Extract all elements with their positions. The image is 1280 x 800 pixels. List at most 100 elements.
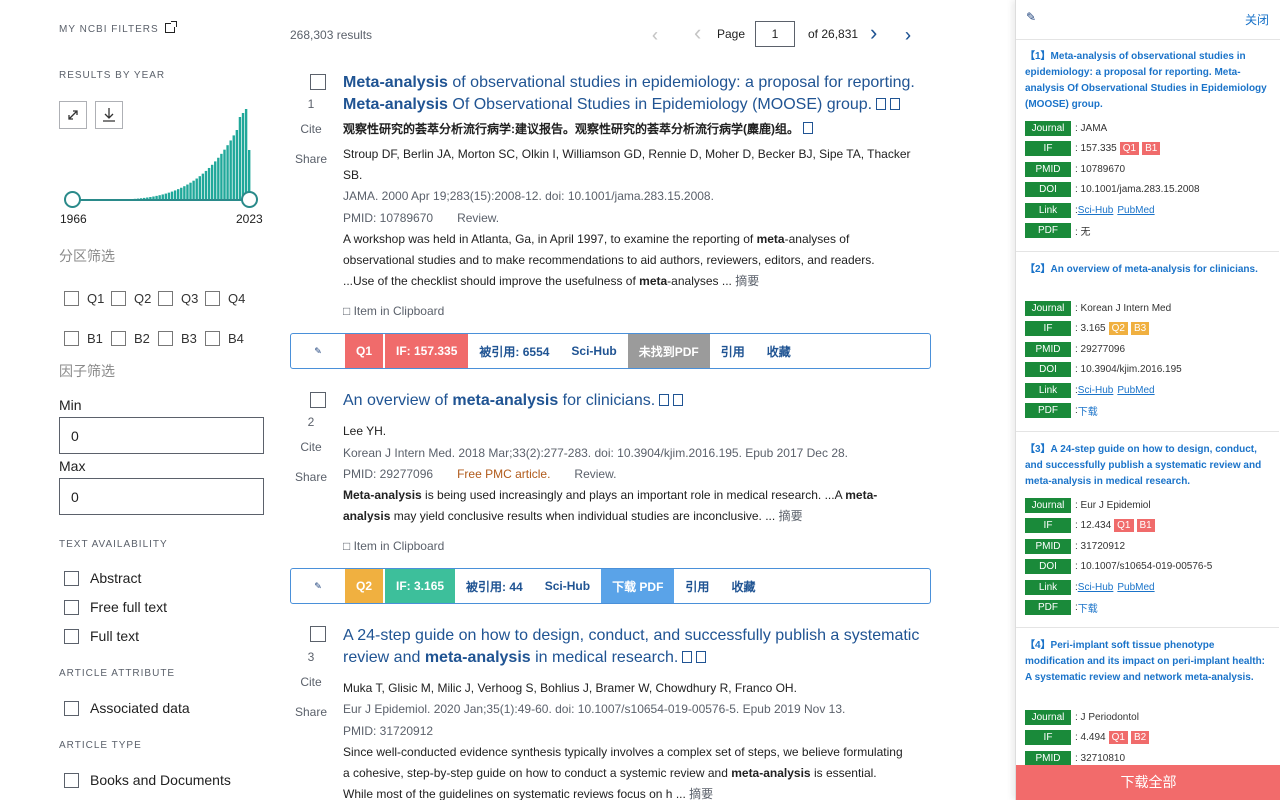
filter-b1[interactable]: B1 [64, 331, 103, 346]
article-1-cite-button[interactable]: Cite [290, 122, 332, 136]
results-by-year-heading: RESULTS BY YEAR [59, 70, 166, 81]
translate-icon[interactable] [876, 98, 887, 110]
checkbox[interactable] [158, 291, 173, 306]
filter-abstract[interactable]: Abstract [64, 570, 141, 586]
max-input[interactable]: 0 [59, 478, 264, 515]
article-2-toolbar: ✎ Q2 IF: 3.165 被引用: 44 Sci-Hub 下载 PDF 引用… [290, 568, 931, 604]
article-3-authors: Muka T, Glisic M, Milic J, Verhoog S, Bo… [343, 681, 797, 695]
year-slider-start-handle[interactable] [64, 191, 81, 208]
checkbox[interactable] [64, 628, 79, 644]
panel-item-2-pmid: PMID: 29277096 [1025, 342, 1125, 357]
checkbox[interactable] [158, 331, 173, 346]
year-end-label: 2023 [236, 212, 263, 226]
filter-q1[interactable]: Q1 [64, 291, 104, 306]
extension-panel: ✎ 关闭 【1】Meta-analysis of observational s… [1015, 0, 1280, 800]
article-2-scihub-button[interactable]: Sci-Hub [534, 569, 601, 603]
filter-full-text[interactable]: Full text [64, 628, 139, 644]
panel-item-2-if: IF: 3.165 Q2 B3 [1025, 321, 1150, 336]
my-ncbi-filters-link[interactable]: MY NCBI FILTERS [59, 21, 177, 35]
text-availability-heading: TEXT AVAILABILITY [59, 539, 168, 550]
close-panel-button[interactable]: 关闭 [1245, 11, 1269, 28]
checkbox[interactable] [64, 570, 79, 586]
article-3-title[interactable]: A 24-step guide on how to design, conduc… [343, 625, 928, 669]
filter-b4[interactable]: B4 [205, 331, 244, 346]
article-1-favorite[interactable]: 收藏 [756, 334, 802, 368]
copy-icon[interactable] [890, 98, 901, 110]
panel-item-4-title[interactable]: 【4】Peri-implant soft tissue phenotype mo… [1025, 638, 1270, 686]
checkbox[interactable] [111, 291, 126, 306]
checkbox[interactable] [111, 331, 126, 346]
download-all-button[interactable]: 下载全部 [1016, 765, 1280, 800]
panel-item-2-pdf: PDF: 下载 [1025, 403, 1098, 418]
article-2-cited-by[interactable]: 被引用: 44 [455, 569, 534, 603]
translate-icon[interactable] [659, 394, 670, 406]
article-3-share-button[interactable]: Share [290, 705, 332, 719]
article-2-cite-button[interactable]: Cite [290, 440, 332, 454]
article-1-cite-tool[interactable]: 引用 [710, 334, 756, 368]
panel-item-1-link: Link: Sci-Hub PubMed [1025, 203, 1159, 218]
filter-b2[interactable]: B2 [111, 331, 150, 346]
filter-q2[interactable]: Q2 [111, 291, 151, 306]
copy-icon[interactable] [803, 122, 813, 134]
article-1-share-button[interactable]: Share [290, 152, 332, 166]
article-2-favorite[interactable]: 收藏 [720, 569, 766, 603]
article-1-scihub-button[interactable]: Sci-Hub [560, 334, 627, 368]
filter-b3[interactable]: B3 [158, 331, 197, 346]
article-3-checkbox[interactable] [310, 626, 326, 642]
panel-item-1-scihub-link[interactable]: Sci-Hub [1078, 205, 1114, 216]
article-1-pdf-button: 未找到PDF [627, 334, 710, 368]
translate-icon[interactable] [682, 651, 693, 663]
article-2-title[interactable]: An overview of meta-analysis for clinici… [343, 390, 928, 412]
article-2-pdf-button[interactable]: 下载 PDF [601, 569, 675, 603]
filter-q3[interactable]: Q3 [158, 291, 198, 306]
page-input[interactable]: 1 [755, 21, 795, 47]
page-label: Page [717, 27, 746, 41]
panel-item-2-title[interactable]: 【2】An overview of meta-analysis for clin… [1025, 262, 1270, 278]
year-bar [217, 157, 220, 200]
panel-item-4: 【4】Peri-implant soft tissue phenotype mo… [1016, 628, 1279, 768]
panel-item-1-title[interactable]: 【1】Meta-analysis of observational studie… [1025, 49, 1270, 113]
checkbox[interactable] [64, 700, 79, 716]
panel-item-3-title[interactable]: 【3】A 24-step guide on how to design, con… [1025, 442, 1270, 490]
checkbox[interactable] [64, 291, 79, 306]
panel-item-2-doi: DOI: 10.3904/kjim.2016.195 [1025, 362, 1182, 377]
panel-item-1-pubmed-link[interactable]: PubMed [1117, 205, 1154, 216]
article-2-checkbox[interactable] [310, 392, 326, 408]
year-bar [192, 180, 195, 200]
article-2-expand-abstract[interactable]: 摘要 [779, 509, 803, 523]
checkbox[interactable] [64, 599, 79, 615]
panel-item-3-scihub-link[interactable]: Sci-Hub [1078, 582, 1114, 593]
filter-free-full-text[interactable]: Free full text [64, 599, 167, 615]
min-input[interactable]: 0 [59, 417, 264, 454]
checkbox[interactable] [64, 331, 79, 346]
checkbox[interactable] [64, 772, 79, 788]
copy-icon[interactable] [673, 394, 684, 406]
filter-books-documents[interactable]: Books and Documents [64, 772, 231, 788]
panel-item-2-pubmed-link[interactable]: PubMed [1117, 385, 1154, 396]
article-3-expand-abstract[interactable]: 摘要 [689, 787, 713, 800]
panel-item-3-pdf-download[interactable]: 下载 [1078, 600, 1098, 615]
checkbox[interactable] [205, 291, 220, 306]
article-1-authors: Stroup DF, Berlin JA, Morton SC, Olkin I… [343, 147, 911, 161]
next-page-icon[interactable]: › [870, 22, 877, 44]
article-3-cite-button[interactable]: Cite [290, 675, 332, 689]
panel-item-2-pdf-download[interactable]: 下载 [1078, 403, 1098, 418]
filter-q4[interactable]: Q4 [205, 291, 245, 306]
panel-item-3-pubmed-link[interactable]: PubMed [1117, 582, 1154, 593]
copy-icon[interactable] [696, 651, 707, 663]
year-bar [189, 182, 192, 200]
max-label: Max [59, 458, 86, 474]
checkbox[interactable] [205, 331, 220, 346]
panel-item-3-journal: Journal: Eur J Epidemiol [1025, 498, 1151, 513]
article-2-journal: Korean J Intern Med. 2018 Mar;33(2):277-… [343, 446, 848, 460]
year-slider-end-handle[interactable] [241, 191, 258, 208]
article-2-share-button[interactable]: Share [290, 470, 332, 484]
panel-item-2-scihub-link[interactable]: Sci-Hub [1078, 385, 1114, 396]
article-1-checkbox[interactable] [310, 74, 326, 90]
article-1-title[interactable]: Meta-analysis of observational studies i… [343, 72, 928, 116]
article-1-cited-by[interactable]: 被引用: 6554 [468, 334, 560, 368]
article-1-expand-abstract[interactable]: 摘要 [735, 274, 759, 288]
filter-associated-data[interactable]: Associated data [64, 700, 190, 716]
article-2-cite-tool[interactable]: 引用 [674, 569, 720, 603]
results-count: 268,303 results [290, 28, 373, 42]
